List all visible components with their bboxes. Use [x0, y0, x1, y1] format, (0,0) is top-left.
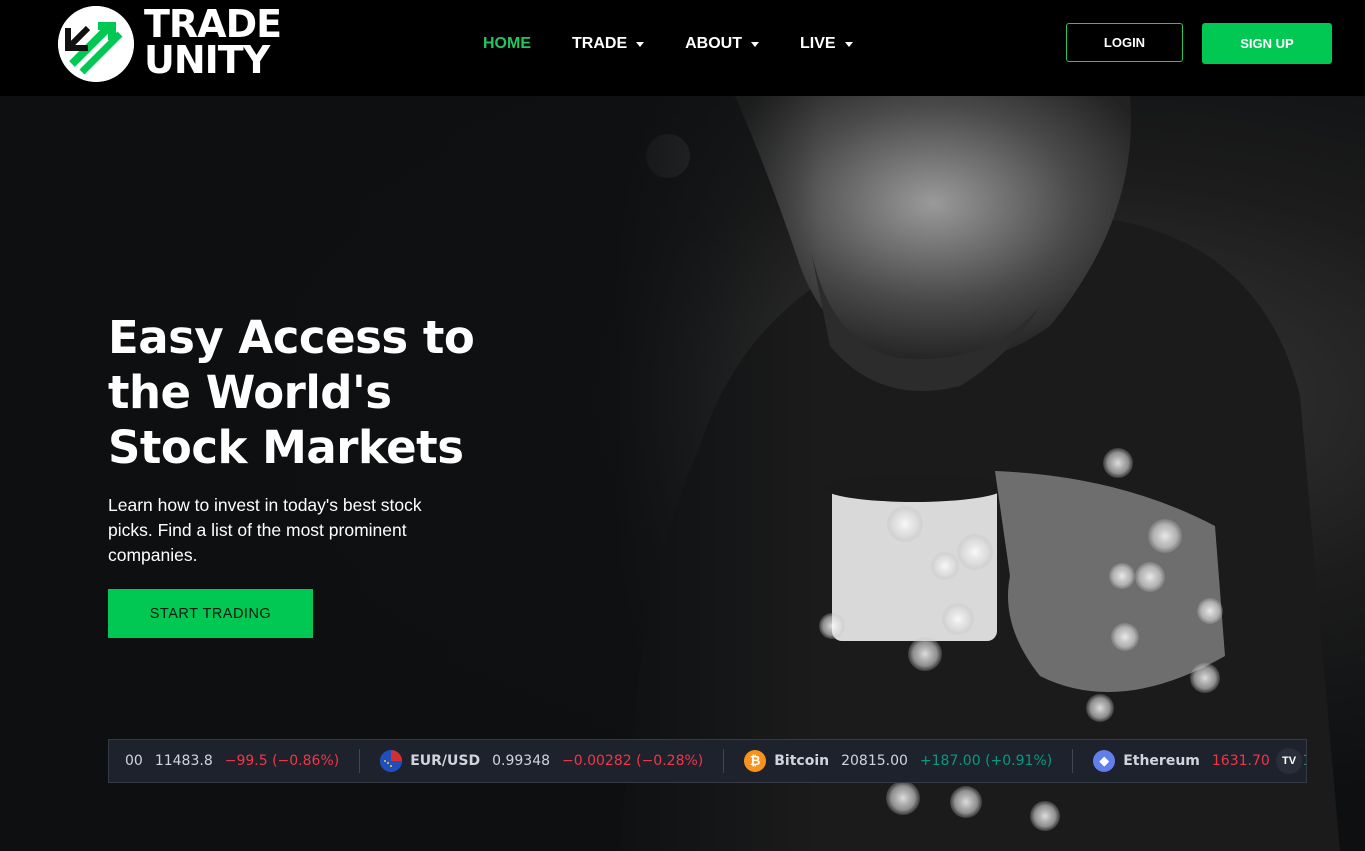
tradingview-logo-icon[interactable]: TV [1276, 748, 1302, 774]
caret-down-icon [844, 41, 853, 47]
ticker-price: 0.99348 [492, 753, 551, 769]
ticker-price: 11483.8 [154, 753, 213, 769]
ticker-change: +187.00 (+0.91%) [919, 753, 1053, 769]
ticker-item[interactable]: ◆ Ethereum 1631.70 +41.80 (+2. [1073, 749, 1306, 773]
caret-down-icon [636, 41, 645, 47]
menu-item-live[interactable]: LIVE [800, 34, 853, 54]
ethereum-icon: ◆ [1093, 750, 1116, 772]
ticker-tape-widget[interactable]: 00 11483.8 −99.5 (−0.86%) EUR/USD 0.9934… [108, 739, 1307, 783]
hero-section: Easy Access to the World's Stock Markets… [0, 96, 1365, 851]
ticker-name: Ethereum [1123, 753, 1200, 769]
logo-wordmark: TRADE UNITY [144, 2, 282, 82]
hero-subtitle: Learn how to invest in today's best stoc… [108, 495, 422, 565]
start-trading-button[interactable]: START TRADING [108, 589, 313, 638]
signup-button[interactable]: SIGN UP [1202, 23, 1332, 64]
menu-item-home[interactable]: HOME [483, 34, 531, 54]
ticker-change: −0.00282 (−0.28%) [562, 753, 704, 769]
ticker-item[interactable]: 00 11483.8 −99.5 (−0.86%) [109, 749, 361, 773]
ticker-price: 20815.00 [841, 753, 908, 769]
menu-item-trade[interactable]: TRADE [572, 34, 645, 54]
ticker-item[interactable]: ₿ Bitcoin 20815.00 +187.00 (+0.91%) [724, 749, 1074, 773]
ticker-change: −99.5 (−0.86%) [224, 753, 340, 769]
logo-arrows-icon [58, 6, 134, 82]
main-menu: HOME TRADE ABOUT LIVE [483, 34, 894, 54]
ticker-track: 00 11483.8 −99.5 (−0.86%) EUR/USD 0.9934… [109, 740, 1306, 782]
ticker-name: Bitcoin [774, 753, 830, 769]
ticker-name: EUR/USD [410, 753, 481, 769]
top-navbar: TRADE UNITY HOME TRADE ABOUT LIVE LOGIN … [0, 0, 1365, 96]
logo-line-1: TRADE [144, 2, 282, 46]
ticker-symbol-fragment: 00 [125, 753, 143, 769]
ticker-price: 1631.70 [1211, 753, 1270, 769]
trade-unity-logo[interactable]: TRADE UNITY [58, 2, 288, 82]
login-button[interactable]: LOGIN [1066, 23, 1183, 62]
logo-line-2: UNITY [144, 38, 270, 82]
menu-item-about[interactable]: ABOUT [685, 34, 759, 54]
ticker-item[interactable]: EUR/USD 0.99348 −0.00282 (−0.28%) [360, 749, 725, 773]
caret-down-icon [751, 41, 759, 47]
bitcoin-icon: ₿ [744, 750, 767, 772]
hero-heading: Easy Access to the World's Stock Markets [108, 311, 475, 474]
eu-us-flag-icon [380, 750, 403, 772]
